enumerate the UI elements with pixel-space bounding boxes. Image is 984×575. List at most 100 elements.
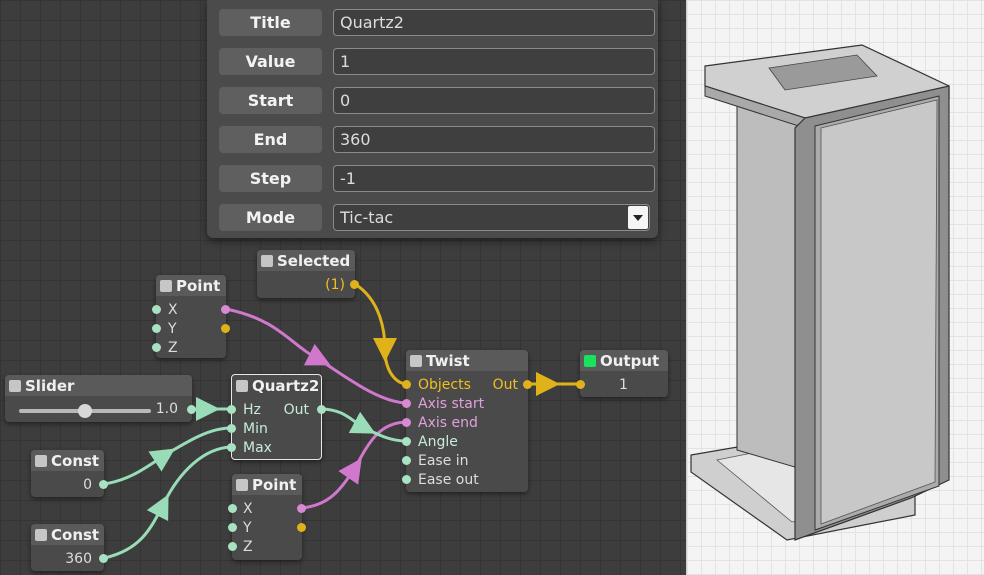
dropdown-arrow-icon[interactable] [628, 206, 648, 229]
wire-quartz-angle [321, 407, 376, 434]
port-label-z: Z [243, 539, 253, 555]
enable-checkbox[interactable] [35, 454, 47, 467]
input-port-z[interactable] [152, 343, 161, 352]
start-input[interactable] [333, 87, 655, 114]
properties-panel: Title Value Start End Step Mode Tic-tac [207, 0, 658, 238]
port-label-out: Out [283, 402, 309, 418]
wire-selected-objects [354, 282, 397, 362]
twisted-shape-render [690, 44, 950, 541]
node-header[interactable]: Point [156, 275, 226, 296]
node-const-360[interactable]: Const 360 [31, 524, 108, 571]
port-label-axis-start: Axis start [418, 396, 485, 412]
shape-front-inset [820, 99, 938, 525]
step-input[interactable] [333, 165, 655, 192]
enable-checkbox[interactable] [9, 379, 21, 392]
enable-checkbox[interactable] [160, 279, 172, 292]
input-port-y[interactable] [228, 523, 237, 532]
node-header[interactable]: Const [31, 450, 104, 471]
input-port[interactable] [576, 380, 585, 389]
enable-checkbox[interactable] [410, 354, 422, 367]
property-row-end: End [219, 126, 655, 153]
input-port-min[interactable] [227, 424, 236, 433]
output-port[interactable] [523, 380, 532, 389]
enable-checkbox[interactable] [35, 528, 47, 541]
value-input[interactable] [333, 48, 655, 75]
input-port-objects[interactable] [402, 380, 411, 389]
port-label-ease-out: Ease out [418, 472, 479, 488]
node-output[interactable]: Output 1 [576, 350, 668, 397]
input-port-x[interactable] [152, 305, 161, 314]
node-title: Twist [426, 351, 470, 370]
port-label-y: Y [168, 321, 177, 337]
output-port[interactable] [99, 554, 108, 563]
3d-viewport[interactable] [686, 0, 984, 575]
node-slider[interactable]: Slider 1.0 [5, 375, 196, 422]
input-port-ease-in[interactable] [402, 456, 411, 465]
node-title: Const [51, 525, 100, 544]
wire-point1-axisstart [225, 307, 331, 366]
wire-selected-objects-end [383, 349, 407, 386]
input-port-axis-start[interactable] [402, 399, 411, 408]
property-label: Step [219, 165, 322, 192]
node-title: Output [600, 351, 660, 370]
node-header[interactable]: Point [232, 474, 302, 495]
enable-checkbox[interactable] [584, 354, 596, 367]
node-title: Slider [25, 376, 75, 395]
mode-select[interactable]: Tic-tac [333, 204, 650, 231]
input-port-max[interactable] [227, 443, 236, 452]
node-quartz2[interactable]: Quartz2 Hz Min Max Out [227, 374, 326, 460]
selected-value: (1) [325, 277, 345, 293]
node-selected[interactable]: Selected (1) [257, 250, 359, 298]
input-port-axis-end[interactable] [402, 418, 411, 427]
output-port-vector[interactable] [297, 504, 306, 513]
output-port-vector[interactable] [221, 305, 230, 314]
node-title: Point [252, 475, 297, 494]
mode-selected-value: Tic-tac [340, 208, 394, 227]
slider-value: 1.0 [155, 401, 178, 417]
enable-checkbox[interactable] [261, 254, 273, 267]
wire-point2-axisend-end [353, 420, 407, 469]
enable-checkbox[interactable] [236, 478, 248, 491]
node-header[interactable]: Const [31, 524, 104, 545]
node-const-0[interactable]: Const 0 [31, 450, 108, 497]
node-header[interactable]: Quartz2 [232, 375, 321, 396]
input-port-y[interactable] [152, 324, 161, 333]
node-title: Selected [277, 251, 351, 270]
enable-checkbox[interactable] [236, 379, 248, 392]
wire-const360-max-end [161, 445, 232, 506]
wire-const360-max [103, 494, 169, 560]
port-label-out: Out [492, 377, 518, 393]
output-port[interactable] [187, 405, 196, 414]
node-point-2[interactable]: Point X Y Z [228, 474, 306, 560]
node-header[interactable]: Slider [5, 375, 192, 396]
node-header[interactable]: Twist [406, 350, 528, 371]
input-port-z[interactable] [228, 542, 237, 551]
output-port-geometry[interactable] [297, 523, 306, 532]
property-row-mode: Mode Tic-tac [219, 204, 651, 231]
port-label-angle: Angle [418, 434, 458, 450]
end-input[interactable] [333, 126, 655, 153]
node-point-1[interactable]: Point X Y Z [152, 275, 230, 358]
port-label-objects: Objects [418, 377, 471, 393]
output-port-geometry[interactable] [221, 324, 230, 333]
node-editor[interactable]: Selected (1) Point X Y Z Slider 1.0 Quar… [0, 0, 686, 575]
input-port-ease-out[interactable] [402, 475, 411, 484]
node-twist[interactable]: Twist Objects Axis start Axis end Angle … [402, 350, 532, 492]
node-header[interactable]: Selected [257, 250, 355, 271]
input-port-hz[interactable] [227, 405, 236, 414]
input-port-x[interactable] [228, 504, 237, 513]
input-port-angle[interactable] [402, 437, 411, 446]
title-input[interactable] [333, 9, 655, 36]
node-header[interactable]: Output [580, 350, 668, 371]
output-port[interactable] [99, 480, 108, 489]
slider-handle[interactable] [78, 404, 92, 418]
output-port[interactable] [317, 405, 326, 414]
wire-const0-min [103, 448, 176, 486]
property-label: Start [219, 87, 322, 114]
property-label: Title [219, 9, 322, 36]
property-label: Value [219, 48, 322, 75]
output-port[interactable] [350, 280, 359, 289]
node-title: Quartz2 [252, 376, 320, 395]
output-value: 1 [619, 377, 628, 393]
port-label-z: Z [168, 340, 178, 356]
